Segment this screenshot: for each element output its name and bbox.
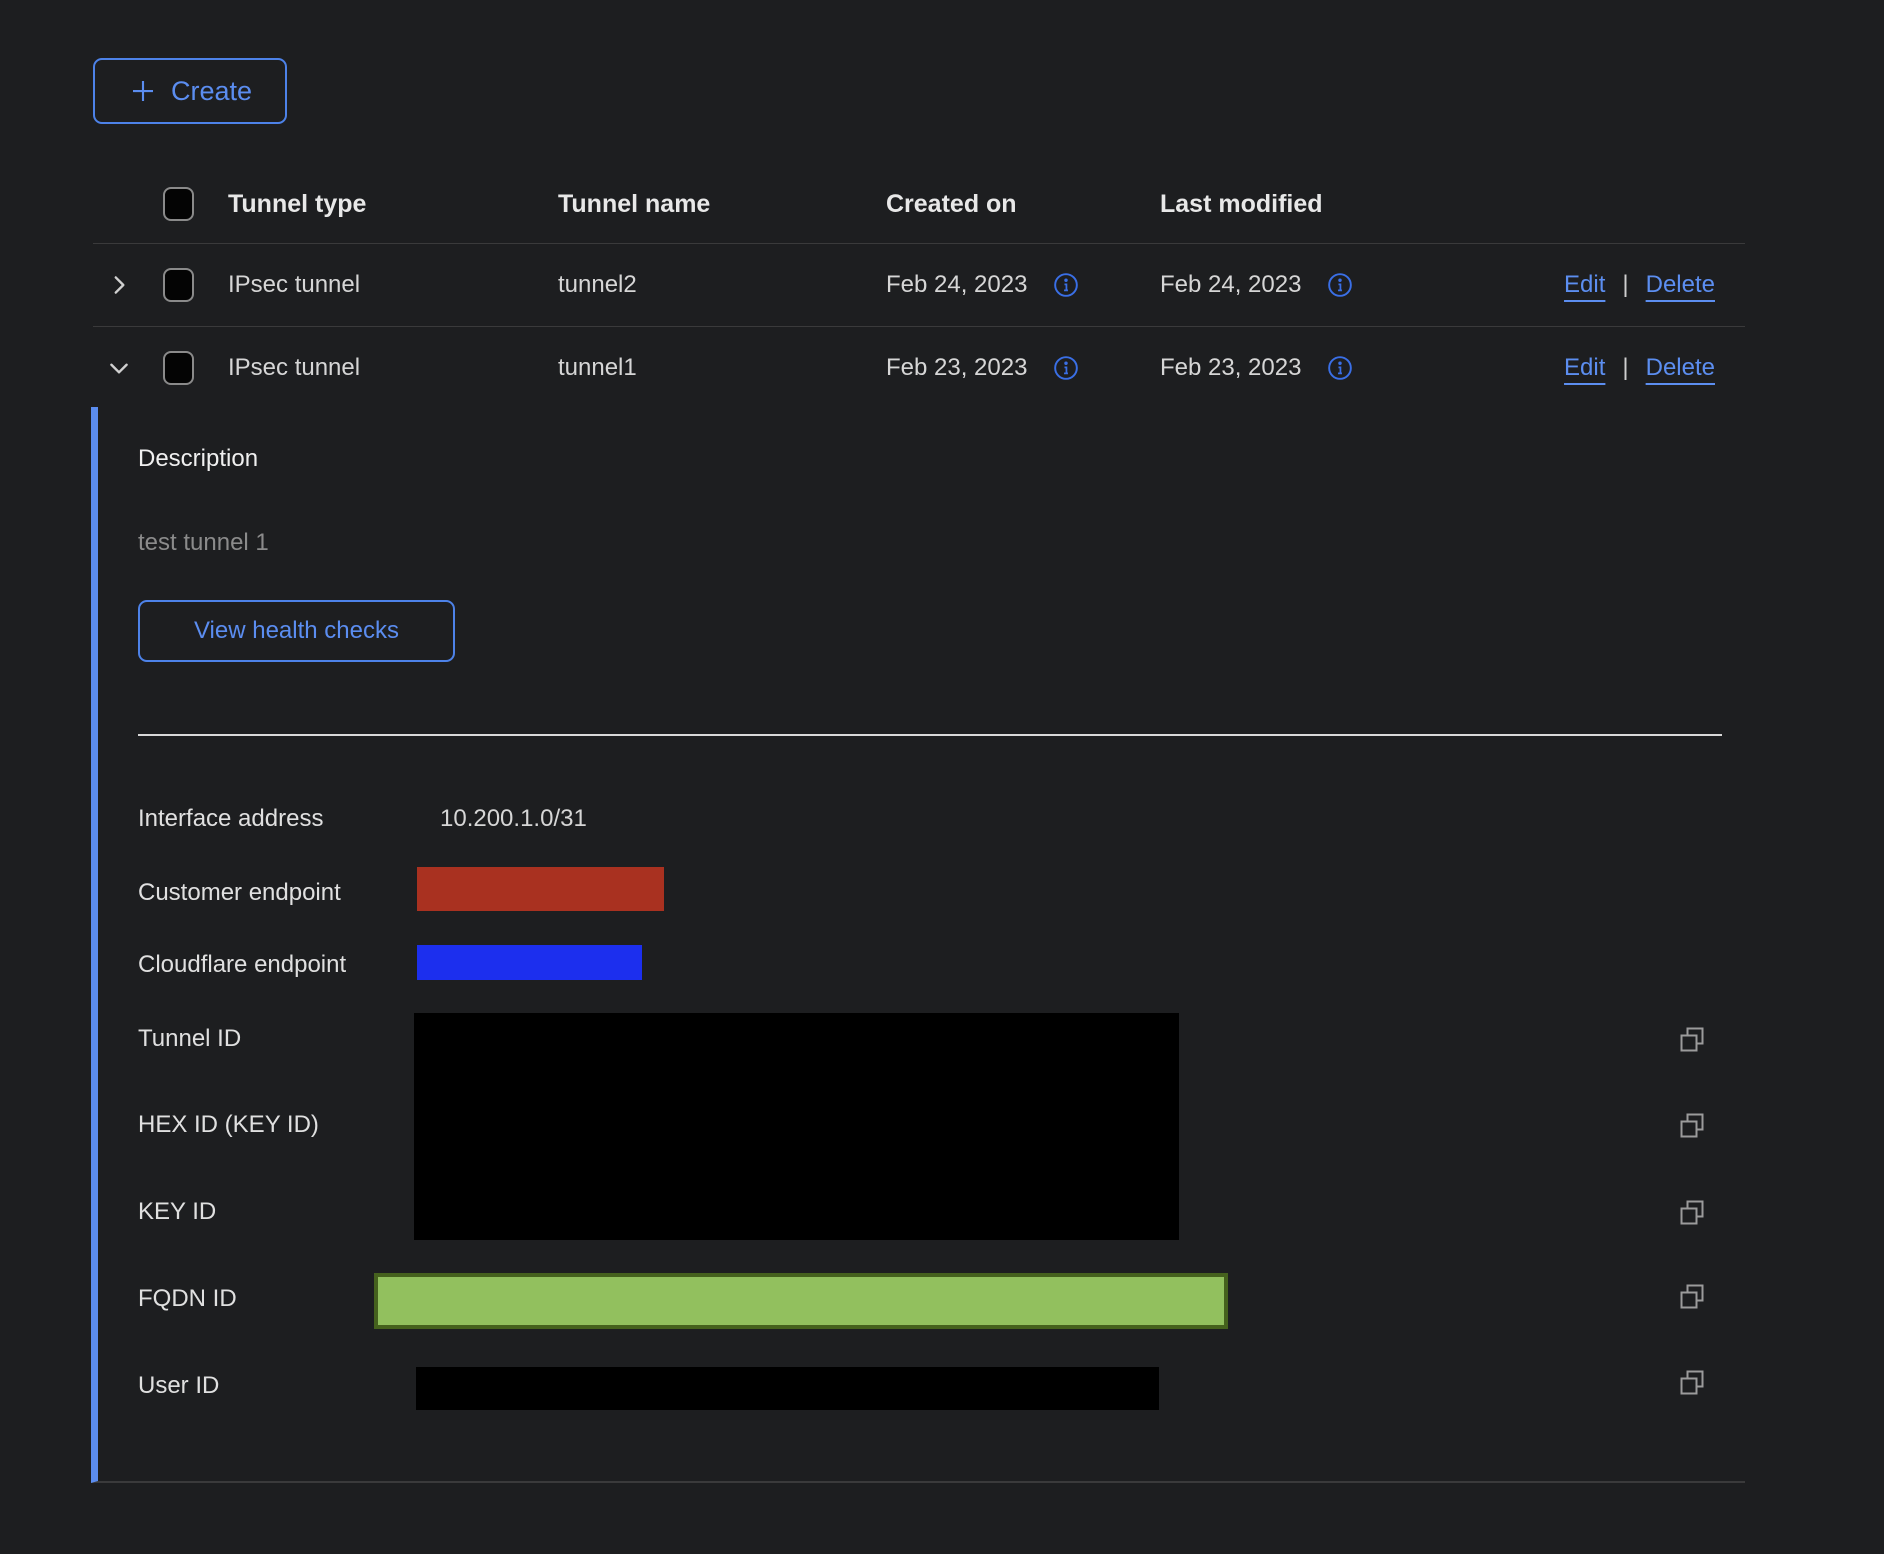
fqdn-id-label: FQDN ID (138, 1285, 237, 1313)
info-icon[interactable] (1053, 272, 1079, 298)
create-button[interactable]: Create (93, 58, 287, 124)
copy-icon[interactable] (1677, 1368, 1707, 1398)
description-label: Description (138, 445, 258, 473)
fqdn-id-redaction (374, 1273, 1228, 1329)
header-tunnel-type: Tunnel type (228, 190, 558, 219)
chevron-right-icon[interactable] (106, 272, 132, 298)
chevron-down-icon[interactable] (106, 355, 132, 381)
interface-address-value: 10.200.1.0/31 (440, 805, 587, 833)
table-row-tunnel1: IPsec tunnel tunnel1 Feb 23, 2023 Feb 23… (93, 327, 1745, 409)
tunnel-type-cell: IPsec tunnel (228, 271, 558, 299)
table-header-row: Tunnel type Tunnel name Created on Last … (93, 165, 1745, 244)
tunnel-type-cell: IPsec tunnel (228, 354, 558, 382)
customer-endpoint-redaction (417, 867, 664, 911)
edit-link[interactable]: Edit (1564, 354, 1605, 382)
cloudflare-endpoint-label: Cloudflare endpoint (138, 951, 346, 979)
tunnel-id-label: Tunnel ID (138, 1025, 241, 1053)
header-created-on: Created on (886, 190, 1160, 219)
description-value: test tunnel 1 (138, 529, 269, 557)
plus-icon (128, 76, 158, 106)
tunnels-table: Tunnel type Tunnel name Created on Last … (93, 165, 1745, 409)
action-separator: | (1622, 354, 1628, 382)
info-icon[interactable] (1327, 355, 1353, 381)
select-all-checkbox[interactable] (163, 187, 194, 221)
hex-id-label: HEX ID (KEY ID) (138, 1111, 319, 1139)
copy-icon[interactable] (1677, 1025, 1707, 1055)
created-on-value: Feb 23, 2023 (886, 354, 1027, 382)
row-checkbox[interactable] (163, 268, 194, 302)
header-tunnel-name: Tunnel name (558, 190, 886, 219)
created-on-value: Feb 24, 2023 (886, 271, 1027, 299)
last-modified-value: Feb 23, 2023 (1160, 354, 1301, 382)
key-id-label: KEY ID (138, 1198, 216, 1226)
user-id-label: User ID (138, 1372, 219, 1400)
delete-link[interactable]: Delete (1646, 271, 1715, 299)
tunnel-details-panel: Description test tunnel 1 View health ch… (91, 407, 1745, 1483)
edit-link[interactable]: Edit (1564, 271, 1605, 299)
section-divider (138, 734, 1722, 736)
delete-link[interactable]: Delete (1646, 354, 1715, 382)
view-health-checks-button[interactable]: View health checks (138, 600, 455, 662)
copy-icon[interactable] (1677, 1282, 1707, 1312)
create-button-label: Create (171, 76, 252, 107)
tunnels-page: Create Tunnel type Tunnel name Created o… (0, 0, 1884, 1554)
info-icon[interactable] (1053, 355, 1079, 381)
info-icon[interactable] (1327, 272, 1353, 298)
copy-icon[interactable] (1677, 1198, 1707, 1228)
header-last-modified: Last modified (1160, 190, 1460, 219)
action-separator: | (1622, 271, 1628, 299)
customer-endpoint-label: Customer endpoint (138, 879, 341, 907)
interface-address-label: Interface address (138, 805, 323, 833)
cloudflare-endpoint-redaction (417, 945, 642, 980)
tunnel-name-cell: tunnel1 (558, 354, 886, 382)
row-checkbox[interactable] (163, 351, 194, 385)
tunnel-name-cell: tunnel2 (558, 271, 886, 299)
table-row-tunnel2: IPsec tunnel tunnel2 Feb 24, 2023 Feb 24… (93, 244, 1745, 327)
copy-icon[interactable] (1677, 1111, 1707, 1141)
last-modified-value: Feb 24, 2023 (1160, 271, 1301, 299)
ids-redaction-block (414, 1013, 1179, 1240)
user-id-redaction (416, 1367, 1159, 1410)
